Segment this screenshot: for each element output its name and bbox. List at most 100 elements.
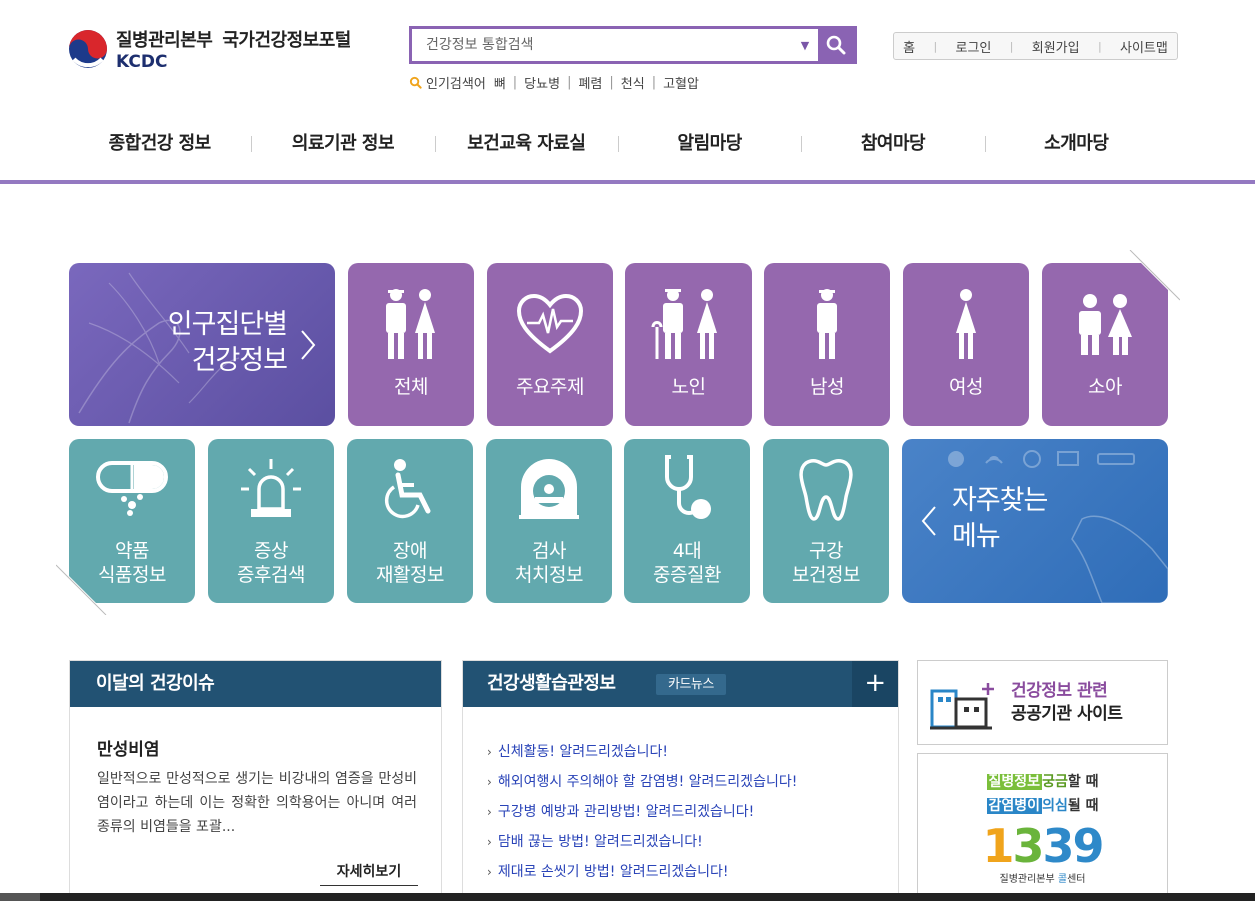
tile-label: 주요주제 — [516, 376, 584, 398]
callcenter-l1-mid: 궁금 — [1042, 774, 1068, 790]
lifestyle-info: 건강생활습관정보 카드뉴스 + › 신체활동! 알려드리겠습니다! › 해외여행시 … — [462, 660, 899, 901]
horizontal-scrollbar[interactable] — [0, 893, 1255, 901]
popular-label: 인기검색어 — [426, 77, 486, 92]
bullet-icon: › — [487, 805, 492, 819]
callcenter-l1-highlight: 질병정보 — [986, 774, 1043, 790]
woman-icon — [956, 289, 976, 359]
callcenter-number: 1339 — [982, 819, 1104, 873]
tile-disability-rehab[interactable]: 장애 재활정보 — [347, 439, 473, 603]
section-heading: 이달의 건강이슈 — [70, 661, 441, 707]
taegeuk-logo-icon — [69, 30, 107, 68]
divider: | — [567, 75, 572, 90]
card-news-badge[interactable]: 카드뉴스 — [656, 674, 726, 695]
issue-title[interactable]: 만성비염 — [97, 735, 160, 760]
banner-title-line1: 인구집단별 — [167, 309, 288, 340]
corner-decoration — [56, 563, 108, 615]
tile-major-diseases[interactable]: 4대 중증질환 — [624, 439, 750, 603]
search-icon — [409, 76, 422, 89]
main-nav: 종합건강 정보 의료기관 정보 보건교육 자료실 알림마당 참여마당 소개마당 — [68, 122, 1168, 166]
popular-keyword[interactable]: 뼈 — [494, 73, 506, 92]
divider: | — [1009, 39, 1014, 53]
callcenter-1339-banner[interactable]: 질병정보 궁금할 때 감염병이 의심될 때 1339 질병관리본부 콜센터 — [917, 753, 1168, 901]
home-link[interactable]: 홈 — [903, 37, 915, 56]
callcenter-l1-end: 할 때 — [1067, 774, 1099, 790]
callcenter-l2-end: 될 때 — [1067, 798, 1099, 814]
tile-label-line1: 증상 — [254, 540, 288, 562]
more-plus-button[interactable]: + — [852, 661, 898, 707]
popular-keyword[interactable]: 폐렴 — [578, 73, 602, 92]
login-link[interactable]: 로그인 — [956, 37, 992, 56]
tile-symptom-search[interactable]: 증상 증후검색 — [208, 439, 334, 603]
bullet-icon: › — [487, 745, 492, 759]
nav-item-notices[interactable]: 알림마당 — [617, 122, 801, 166]
popular-keywords: 인기검색어 뼈 | 당뇨병 | 폐렴 | 천식 | 고혈압 — [409, 73, 699, 92]
tile-all[interactable]: 전체 — [348, 263, 474, 426]
search-bar: ▼ — [409, 26, 857, 64]
tile-label-line1: 장애 — [393, 540, 427, 562]
tile-label: 여성 — [949, 376, 983, 398]
monthly-health-issue: 이달의 건강이슈 만성비염 일반적으로 만성적으로 생기는 비강내의 염증을 만… — [69, 660, 442, 901]
divider: | — [512, 75, 518, 90]
callcenter-caption: 질병관리본부 콜센터 — [999, 874, 1086, 885]
list-item[interactable]: › 신체활동! 알려드리겠습니다! — [487, 737, 797, 767]
divider: | — [933, 39, 938, 53]
tile-label-line2: 처치정보 — [515, 564, 583, 586]
tile-women[interactable]: 여성 — [903, 263, 1029, 426]
nav-item-medical-institutions[interactable]: 의료기관 정보 — [251, 122, 434, 166]
tile-oral-health[interactable]: 구강 보건정보 — [763, 439, 889, 603]
pill-icon — [96, 461, 168, 516]
nav-item-about[interactable]: 소개마당 — [984, 122, 1168, 166]
list-item[interactable]: › 제대로 손씻기 방법! 알려드리겠습니다! — [487, 857, 797, 887]
callcenter-l2-highlight: 감염병이 — [986, 798, 1043, 814]
list-item[interactable]: › 담배 끊는 방법! 알려드리겠습니다! — [487, 827, 797, 857]
heart-pulse-icon — [516, 293, 584, 354]
elderly-couple-icon — [651, 289, 717, 359]
caret-down-icon: ▼ — [800, 38, 810, 52]
tooth-icon — [799, 459, 853, 521]
tile-label: 노인 — [671, 376, 706, 398]
corner-decoration — [1128, 250, 1180, 302]
tile-elderly[interactable]: 노인 — [625, 263, 752, 426]
popular-keyword[interactable]: 천식 — [621, 73, 645, 92]
search-button[interactable] — [818, 29, 854, 61]
banner-title-line1: 자주찾는 — [952, 485, 1048, 516]
scrollbar-thumb[interactable] — [0, 893, 40, 901]
list-item[interactable]: › 구강병 예방과 관리방법! 알려드리겠습니다! — [487, 797, 797, 827]
section-heading: 건강생활습관정보 — [487, 673, 616, 694]
site-logo[interactable]: 질병관리본부 국가건강정보포털 KCDC — [68, 26, 351, 72]
tile-main-topics[interactable]: 주요주제 — [487, 263, 613, 426]
search-input[interactable] — [412, 29, 792, 61]
more-button[interactable]: 자세히보기 — [320, 861, 418, 886]
bullet-icon: › — [487, 775, 492, 789]
lifestyle-list: › 신체활동! 알려드리겠습니다! › 해외여행시 주의해야 할 감염병! 알려드리… — [487, 737, 797, 887]
banner-title-line2: 건강정보 — [191, 345, 288, 376]
signup-link[interactable]: 회원가입 — [1032, 37, 1080, 56]
population-health-banner[interactable]: 인구집단별 건강정보 — [69, 263, 335, 426]
banner-title-line2: 메뉴 — [952, 521, 1001, 552]
man-icon — [817, 289, 837, 359]
popular-keyword[interactable]: 고혈압 — [663, 73, 699, 92]
nav-item-education[interactable]: 보건교육 자료실 — [434, 122, 618, 166]
public-sites-line1: 건강정보 관련 — [1011, 681, 1108, 701]
nav-item-health-info[interactable]: 종합건강 정보 — [68, 122, 251, 166]
frequent-menu-banner[interactable]: 자주찾는 메뉴 — [902, 439, 1168, 603]
chevron-left-icon — [921, 506, 936, 536]
popular-keyword[interactable]: 당뇨병 — [524, 73, 560, 92]
org-name: 질병관리본부 — [116, 30, 213, 51]
nav-item-participation[interactable]: 참여마당 — [801, 122, 984, 166]
wheelchair-icon — [384, 459, 431, 519]
public-sites-line2: 공공기관 사이트 — [1011, 704, 1123, 724]
list-item[interactable]: › 해외여행시 주의해야 할 감염병! 알려드리겠습니다! — [487, 767, 797, 797]
sitemap-link[interactable]: 사이트맵 — [1120, 37, 1168, 56]
public-sites-link[interactable]: 건강정보 관련 공공기관 사이트 — [917, 660, 1168, 745]
tile-label-line1: 구강 — [809, 540, 843, 562]
tile-label: 소아 — [1088, 376, 1122, 398]
tile-tests-treatment[interactable]: 검사 처치정보 — [486, 439, 612, 603]
divider: | — [1097, 39, 1102, 53]
tile-label-line1: 약품 — [115, 540, 149, 562]
search-scope-dropdown[interactable]: ▼ — [792, 29, 818, 61]
divider: | — [651, 75, 657, 90]
issue-description: 일반적으로 만성적으로 생기는 비강내의 염증을 만성비염이라고 하는데 이는 … — [97, 771, 417, 835]
children-icon — [1079, 294, 1132, 355]
tile-men[interactable]: 남성 — [764, 263, 890, 426]
